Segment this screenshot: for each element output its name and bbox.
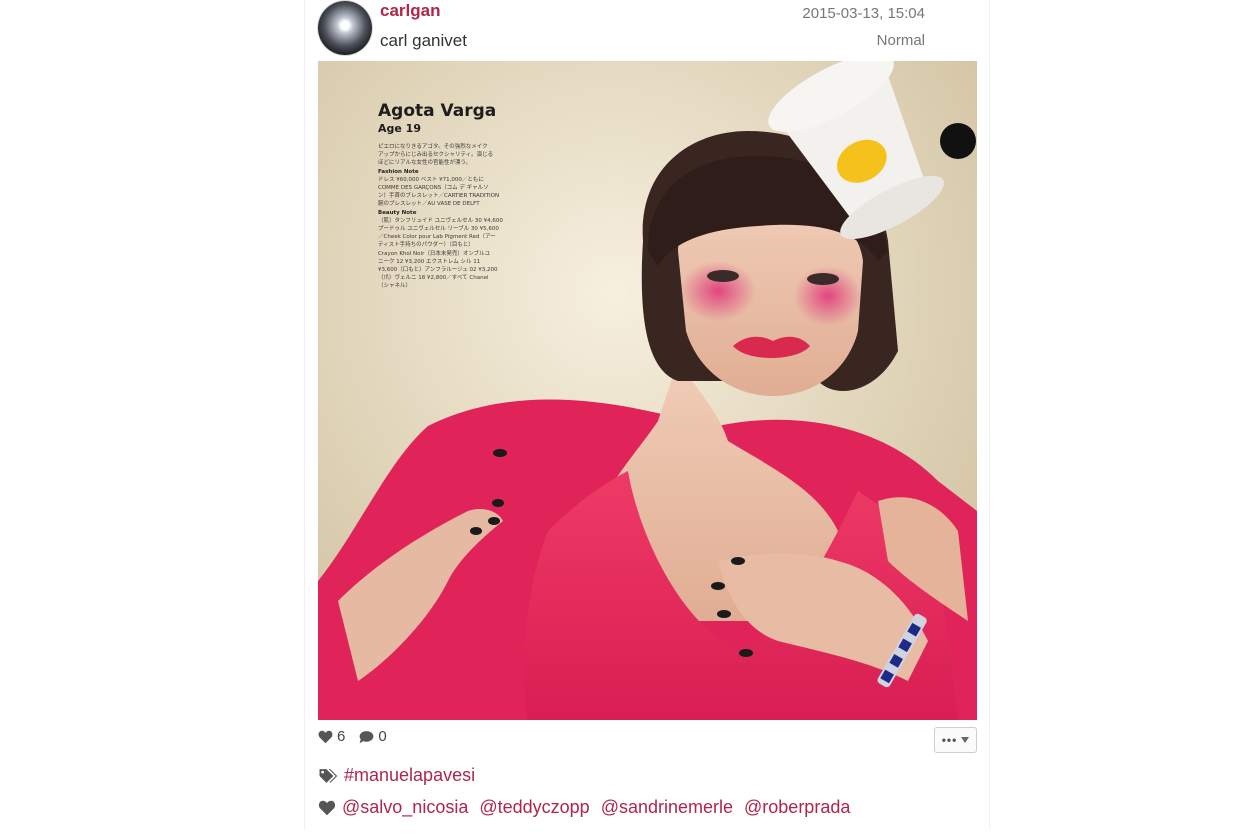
comment-count[interactable]: 0 [359,728,387,745]
heart-icon [318,800,336,816]
caret-down-icon [961,737,970,743]
beauty-note-line: （爪）ヴェルニ 18 ¥2,800／すべて Chanel [378,275,489,282]
like-count[interactable]: 6 [318,728,345,745]
fashion-note-heading: Fashion Note [378,168,419,175]
like-count-value: 6 [337,728,346,745]
beauty-note-line: ¥3,600（口もと）アンフラルージュ 02 ¥3,200 [378,267,498,274]
fashion-note-line: ドレス ¥60,000 ベスト ¥71,000／ともに [378,176,484,183]
beauty-note-line: プードゥル ユニヴェルセル リーブル 30 ¥5,600 [378,226,499,233]
caption-line: アップからにじみ出るセクシャリティ。演じる [378,152,494,159]
hashtag-row: #manuelapavesi [318,765,486,786]
beauty-note-line: ニーク 12 ¥3,200 エクストレム シル 11 [378,258,481,265]
tags-icon [318,768,338,784]
caption-line: ほどにリアルな女性の官能性が漂う。 [378,160,472,167]
post-timestamp: 2015-03-13, 15:04 [802,5,925,22]
beauty-note-line: ティスト手持ちのパウダー）（目もと） [378,242,474,249]
beauty-note-line: Crayon Khol Noir（日本未発売）オンブルユ [378,250,491,257]
magazine-caption: Agota Varga Age 19 ピエロになりきるアゴタ。その強烈なメイク … [378,101,508,291]
model-age: Age 19 [378,122,421,135]
post-card: carlgan carl ganivet 2015-03-13, 15:04 N… [304,0,990,830]
beauty-note-line: ／Cheek Color pour Lab Pigment Red（アー [378,234,496,241]
speech-bubble-icon [359,730,374,743]
beauty-note-line: （シャネル） [378,283,412,290]
post-photo[interactable]: Agota Varga Age 19 ピエロになりきるアゴタ。その強烈なメイク … [318,61,977,720]
tagged-user-link[interactable]: @salvo_nicosia [342,797,468,818]
user-avatar[interactable] [318,1,372,55]
username-link[interactable]: carlgan [380,1,440,21]
caption-line: ピエロになりきるアゴタ。その強烈なメイク [378,144,488,150]
comment-count-value: 0 [378,728,387,745]
more-dots-icon: ••• [941,733,958,747]
heart-icon [318,730,333,743]
fashion-note-line: ン）手首のブレスレット／CARTIER TRADITION [378,193,500,200]
user-fullname: carl ganivet [380,31,467,50]
tagged-user-link[interactable]: @sandrinemerle [601,797,733,818]
filter-name: Normal [876,32,925,49]
beauty-note-heading: Beauty Note [378,209,417,216]
tagged-user-link[interactable]: @teddyczopp [479,797,589,818]
caption-intro: ピエロになりきるアゴタ。その強烈なメイク アップからにじみ出るセクシャリティ。演… [378,143,508,168]
more-options-button[interactable]: ••• [934,727,977,753]
fashion-note-line: COMME DES GARÇONS（コム デ ギャルソ [378,185,489,192]
model-name: Agota Varga [378,101,497,121]
page: carlgan carl ganivet 2015-03-13, 15:04 N… [0,0,1260,840]
tagged-users-row: @salvo_nicosia @teddyczopp @sandrinemerl… [318,797,861,818]
tagged-user-link[interactable]: @roberprada [744,797,850,818]
hashtag-link[interactable]: #manuelapavesi [344,765,475,786]
beauty-note-line: （肌）タンフリュイド ユニヴェルセル 30 ¥4,600 [378,217,503,224]
post-stats: 6 0 [318,728,401,745]
fashion-note-line: 腕のブレスレット／AU VASE DE DELFT [378,201,480,208]
